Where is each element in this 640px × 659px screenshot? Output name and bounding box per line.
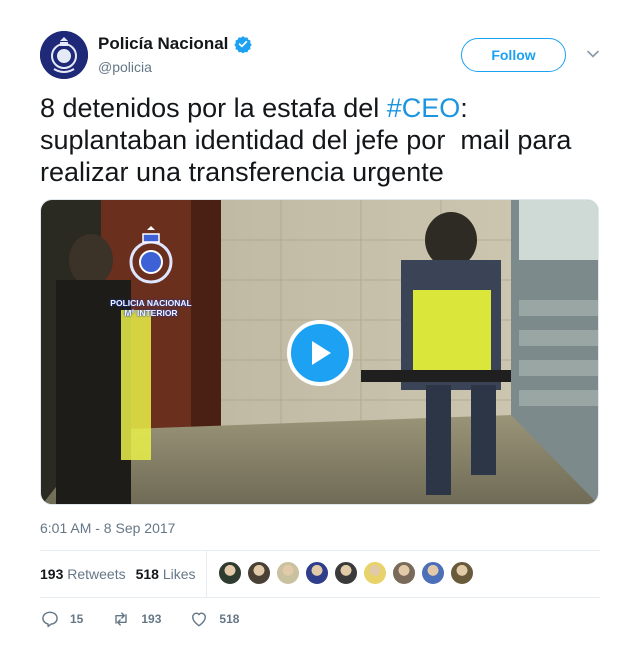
retweet-label: Retweets xyxy=(67,566,126,582)
watermark-line: Mº INTERIOR xyxy=(124,308,178,318)
play-icon xyxy=(312,341,331,365)
heart-icon xyxy=(192,612,207,627)
divider xyxy=(206,551,207,597)
liker-avatar[interactable] xyxy=(247,561,271,585)
likes-stat[interactable]: 518 Likes xyxy=(136,566,196,582)
video-player[interactable]: POLICIA NACIONAL Mº INTERIOR xyxy=(40,199,599,505)
tweet-timestamp[interactable]: 6:01 AM - 8 Sep 2017 xyxy=(40,520,175,536)
retweet-icon xyxy=(115,612,128,626)
liker-avatar[interactable] xyxy=(363,561,387,585)
tweet-actions: 15 193 518 xyxy=(40,608,267,630)
reply-icon xyxy=(42,611,58,628)
liker-avatar[interactable] xyxy=(392,561,416,585)
liker-avatar[interactable] xyxy=(305,561,329,585)
liker-avatar[interactable] xyxy=(276,561,300,585)
display-name[interactable]: Policía Nacional xyxy=(98,34,228,54)
retweet-count: 193 xyxy=(40,566,64,582)
liker-avatar[interactable] xyxy=(334,561,358,585)
retweet-button[interactable]: 193 xyxy=(111,609,161,629)
liker-avatar[interactable] xyxy=(218,561,242,585)
chevron-down-icon[interactable] xyxy=(586,47,600,61)
tweet-header: Policía Nacional @policia Follow xyxy=(40,31,600,81)
follow-button[interactable]: Follow xyxy=(461,38,566,72)
avatar[interactable] xyxy=(40,31,88,79)
tweet-stats: 193 Retweets 518 Likes xyxy=(40,551,600,597)
tweet-text-part: 8 detenidos por la estafa del xyxy=(40,93,387,123)
tweet-text: 8 detenidos por la estafa del #CEO: supl… xyxy=(40,92,600,188)
police-badge-icon xyxy=(40,31,88,79)
likes-label: Likes xyxy=(162,566,196,582)
like-action-count: 518 xyxy=(219,612,240,626)
liker-avatar[interactable] xyxy=(450,561,474,585)
likes-count: 518 xyxy=(135,566,159,582)
reply-count: 15 xyxy=(70,612,84,626)
reply-button[interactable]: 15 xyxy=(40,609,83,629)
verified-badge-icon xyxy=(234,36,253,53)
liker-avatars xyxy=(218,561,479,585)
divider xyxy=(40,597,600,598)
watermark-line: POLICIA NACIONAL xyxy=(110,298,192,308)
play-button[interactable] xyxy=(287,320,353,386)
handle[interactable]: @policia xyxy=(98,59,152,75)
like-button[interactable]: 518 xyxy=(189,609,239,629)
hashtag-link[interactable]: #CEO xyxy=(387,93,461,123)
liker-avatar[interactable] xyxy=(421,561,445,585)
retweet-stat[interactable]: 193 Retweets xyxy=(40,566,126,582)
video-watermark: POLICIA NACIONAL Mº INTERIOR xyxy=(101,298,201,318)
retweet-action-count: 193 xyxy=(141,612,162,626)
